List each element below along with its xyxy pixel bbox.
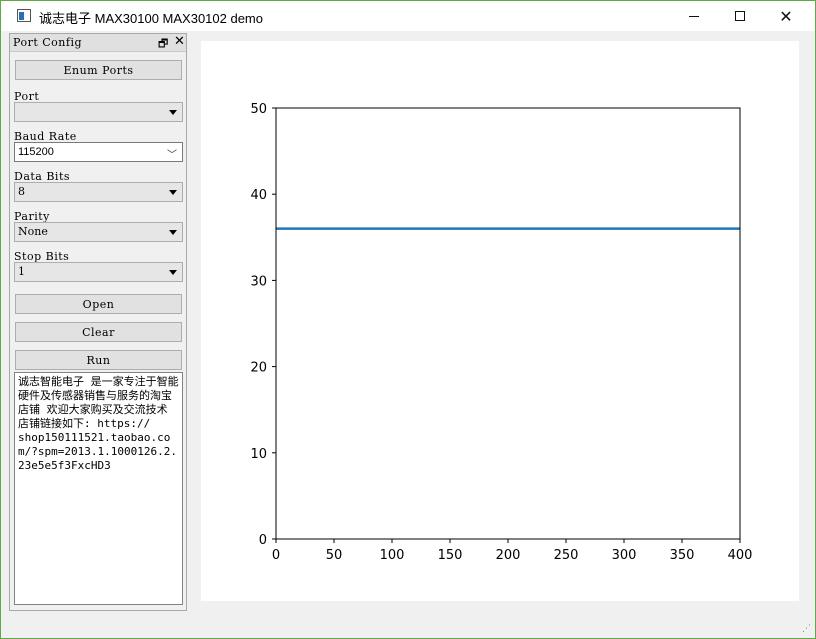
title-bar[interactable]: 诚志电子 MAX30100 MAX30102 demo ✕ xyxy=(1,1,815,31)
status-bar: ⋰ xyxy=(1,613,815,638)
y-tick-label: 30 xyxy=(250,274,267,289)
data-bits-select[interactable]: 8 xyxy=(14,182,183,202)
window-title: 诚志电子 MAX30100 MAX30102 demo xyxy=(39,11,263,26)
parity-value: None xyxy=(18,225,48,238)
resize-grip-icon[interactable]: ⋰ xyxy=(802,624,811,634)
close-window-button[interactable]: ✕ xyxy=(763,1,809,31)
x-tick-label: 250 xyxy=(554,548,579,563)
x-tick-label: 150 xyxy=(438,548,463,563)
chevron-down-icon xyxy=(169,230,177,235)
float-icon[interactable]: 🗗 xyxy=(158,35,168,54)
dock-header[interactable]: Port Config 🗗 ✕ xyxy=(10,34,186,52)
plot-frame xyxy=(275,107,741,540)
y-tick-label: 50 xyxy=(250,102,267,117)
y-tick-label: 10 xyxy=(250,447,267,462)
chevron-down-icon xyxy=(169,190,177,195)
x-tick-label: 350 xyxy=(670,548,695,563)
y-tick-label: 40 xyxy=(250,188,267,203)
clear-button[interactable]: Clear xyxy=(15,322,182,342)
app-window: 诚志电子 MAX30100 MAX30102 demo ✕ Port Confi… xyxy=(0,0,816,639)
x-tick-label: 400 xyxy=(728,548,753,563)
minimize-icon xyxy=(689,15,699,17)
stop-bits-select[interactable]: 1 xyxy=(14,262,183,282)
dock-title: Port Config xyxy=(13,36,83,49)
enum-ports-button[interactable]: Enum Ports xyxy=(15,60,182,80)
chevron-down-icon xyxy=(169,110,177,115)
open-button[interactable]: Open xyxy=(15,294,182,314)
x-tick-label: 100 xyxy=(380,548,405,563)
baud-rate-select[interactable]: 115200 ﹀ xyxy=(14,142,183,162)
baud-rate-value: 115200 xyxy=(18,146,54,158)
stop-bits-value: 1 xyxy=(18,265,25,278)
y-tick-label: 0 xyxy=(259,533,267,548)
maximize-button[interactable] xyxy=(717,1,763,31)
x-tick-label: 300 xyxy=(612,548,637,563)
maximize-icon xyxy=(735,11,745,21)
x-tick-label: 50 xyxy=(326,548,343,563)
minimize-button[interactable] xyxy=(671,1,717,31)
port-select[interactable] xyxy=(14,102,183,122)
line-chart: 0 50 100 150 200 250 300 350 400 0 10 20 30 40 50 xyxy=(250,102,753,563)
close-icon: ✕ xyxy=(779,6,793,26)
chevron-down-icon xyxy=(169,270,177,275)
port-config-dock: Port Config 🗗 ✕ Enum Ports Port Baud Rat… xyxy=(9,33,187,611)
x-tick-label: 0 xyxy=(272,548,280,563)
data-bits-value: 8 xyxy=(18,185,25,198)
x-tick-label: 200 xyxy=(496,548,521,563)
y-tick-label: 20 xyxy=(250,361,267,376)
plot-canvas: 0 50 100 150 200 250 300 350 400 0 10 20 30 40 50 xyxy=(201,41,799,601)
log-textarea[interactable]: 诚志智能电子 是一家专注于智能硬件及传感器销售与服务的淘宝店铺 欢迎大家购买及交… xyxy=(14,372,183,605)
parity-select[interactable]: None xyxy=(14,222,183,242)
chevron-down-icon: ﹀ xyxy=(167,150,177,161)
app-icon xyxy=(17,9,31,22)
dock-close-icon[interactable]: ✕ xyxy=(174,34,185,49)
run-button[interactable]: Run xyxy=(15,350,182,370)
